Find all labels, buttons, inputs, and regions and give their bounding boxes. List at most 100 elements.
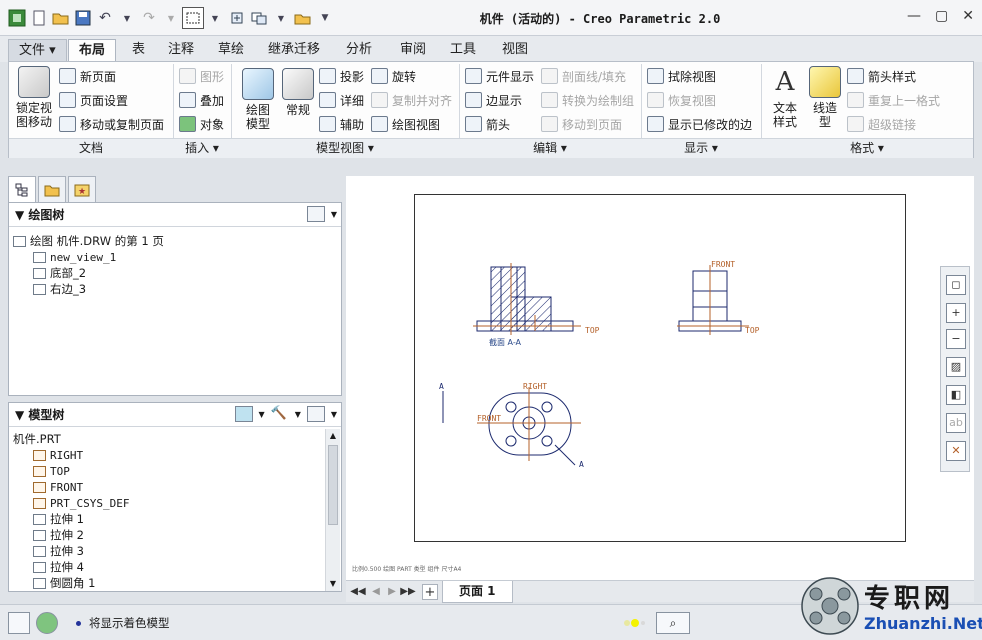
tools-dropdown-icon[interactable]: ▼	[295, 410, 301, 419]
datum-display-icon[interactable]: ✕	[946, 441, 966, 461]
group-format-dropdown[interactable]: 格式 ▾	[761, 138, 973, 158]
tab-view[interactable]: 视图	[492, 39, 538, 62]
object-button[interactable]: 对象	[179, 114, 224, 134]
tree-root-part[interactable]: 机件.PRT	[13, 431, 61, 447]
find-binoculars-icon[interactable]: ⌕	[656, 612, 690, 634]
tree-item[interactable]: new_view_1	[33, 249, 116, 265]
model-tree-tab-icon[interactable]	[8, 176, 36, 202]
windows-icon[interactable]	[248, 7, 270, 29]
model-display-icon[interactable]	[234, 406, 253, 422]
drawing-tree-settings-dropdown-icon[interactable]: ▼	[331, 210, 337, 219]
model-display-dropdown-icon[interactable]: ▼	[259, 410, 265, 419]
tree-root-drawing[interactable]: 绘图 机件.DRW 的第 1 页	[13, 233, 164, 249]
display-style-icon[interactable]: ◧	[946, 385, 966, 405]
group-model-views-dropdown[interactable]: 模型视图 ▾	[231, 138, 459, 158]
tab-layout[interactable]: 布局	[68, 39, 117, 62]
component-display-button[interactable]: 元件显示	[465, 66, 534, 86]
favorites-tab-icon[interactable]: ★	[68, 176, 96, 202]
save-icon[interactable]	[72, 7, 94, 29]
arrow-style-button[interactable]: 箭头样式	[847, 66, 916, 86]
tab-table[interactable]: 表	[122, 39, 155, 62]
text-style-button[interactable]: A 文本 样式	[765, 66, 805, 129]
selection-filter-indicator-icon[interactable]	[622, 617, 646, 629]
drawing-canvas[interactable]: TOP 截面 A-A FRONT TOP RIGHT FRONT A A	[346, 176, 974, 580]
zoom-out-icon[interactable]: −	[946, 329, 966, 349]
last-page-icon[interactable]: ▶▶	[400, 584, 416, 600]
redo-icon[interactable]: ↷	[138, 7, 160, 29]
regenerate-icon[interactable]	[226, 7, 248, 29]
erase-view-button[interactable]: 拭除视图	[647, 66, 716, 86]
tab-legacy-migration[interactable]: 继承迁移	[258, 39, 330, 62]
top-view[interactable]	[442, 387, 581, 466]
revolve-view-button[interactable]: 旋转	[371, 66, 416, 86]
first-page-icon[interactable]: ◀◀	[350, 584, 366, 600]
move-copy-page-button[interactable]: 移动或复制页面	[59, 114, 164, 134]
select-dropdown-icon[interactable]: ▼	[204, 7, 226, 29]
maximize-icon[interactable]: ▢	[935, 8, 948, 24]
tab-tools[interactable]: 工具	[440, 39, 486, 62]
page-tab-1[interactable]: 页面 1	[442, 581, 513, 603]
line-style-button[interactable]: 线造 型	[805, 66, 845, 129]
redo-dropdown-icon[interactable]: ▼	[160, 7, 182, 29]
repeat-last-format-button[interactable]: 重复上一格式	[847, 90, 940, 110]
folder-browser-tab-icon[interactable]	[38, 176, 66, 202]
detail-view-button[interactable]: 详细	[319, 90, 364, 110]
tree-item[interactable]: FRONT	[33, 479, 83, 495]
overlay-button[interactable]: 叠加	[179, 90, 224, 110]
navigator-toggle-icon[interactable]	[8, 612, 30, 634]
tree-item[interactable]: 拉伸 1	[33, 511, 84, 527]
drawing-model-button[interactable]: 绘图 模型	[237, 68, 279, 131]
tab-file[interactable]: 文件 ▾	[8, 39, 67, 62]
tab-review[interactable]: 审阅	[390, 39, 436, 62]
convert-to-draft-group-button[interactable]: 转换为绘制组	[541, 90, 634, 110]
model-tree-header[interactable]: ▼ 模型树 ▼ 🔨 ▼ ▼	[9, 403, 341, 427]
open-folder-icon[interactable]	[50, 7, 72, 29]
tab-annotate[interactable]: 注释	[158, 39, 204, 62]
drawing-tree-header[interactable]: ▼ 绘图树 ▼	[9, 203, 341, 227]
close-window-folder-icon[interactable]	[292, 7, 314, 29]
tree-item[interactable]: 拉伸 4	[33, 559, 84, 575]
zoom-in-icon[interactable]: +	[946, 303, 966, 323]
repaint-icon[interactable]: ▨	[946, 357, 966, 377]
add-page-icon[interactable]: +	[422, 584, 438, 600]
tree-item[interactable]: 拉伸 3	[33, 543, 84, 559]
undo-icon[interactable]: ↶	[94, 7, 116, 29]
annotation-display-icon[interactable]: ab	[946, 413, 966, 433]
page-setup-button[interactable]: 页面设置	[59, 90, 128, 110]
tools-hammer-icon[interactable]: 🔨	[271, 406, 289, 422]
projection-view-button[interactable]: 投影	[319, 66, 364, 86]
scroll-thumb[interactable]	[328, 445, 338, 525]
move-to-page-button[interactable]: 移动到页面	[541, 114, 622, 134]
tab-analysis[interactable]: 分析	[336, 39, 382, 62]
front-view[interactable]	[677, 265, 749, 335]
tree-item[interactable]: TOP	[33, 463, 70, 479]
auxiliary-view-button[interactable]: 辅助	[319, 114, 364, 134]
lock-view-movement-button[interactable]: 锁定视 图移动	[11, 66, 57, 129]
browser-toggle-icon[interactable]	[36, 612, 58, 634]
tree-item[interactable]: 倒圆角 1	[33, 575, 95, 591]
tree-item[interactable]: 右边_3	[33, 281, 86, 297]
model-tree-scrollbar[interactable]: ▲ ▼	[325, 429, 340, 591]
scroll-up-icon[interactable]: ▲	[326, 429, 340, 443]
next-page-icon[interactable]: ▶	[384, 584, 400, 600]
show-modified-edges-button[interactable]: 显示已修改的边	[647, 114, 752, 134]
tree-item[interactable]: 拉伸 2	[33, 527, 84, 543]
group-insert-dropdown[interactable]: 插入 ▾	[173, 138, 231, 158]
windows-dropdown-icon[interactable]: ▼	[270, 7, 292, 29]
select-box-icon[interactable]	[182, 7, 204, 29]
copy-align-button[interactable]: 复制并对齐	[371, 90, 452, 110]
customize-toolbar-icon[interactable]: ▼	[314, 7, 336, 29]
tree-item[interactable]: 底部_2	[33, 265, 86, 281]
group-display-dropdown[interactable]: 显示 ▾	[641, 138, 761, 158]
tab-sketch[interactable]: 草绘	[208, 39, 254, 62]
previous-page-icon[interactable]: ◀	[368, 584, 384, 600]
undo-dropdown-icon[interactable]: ▼	[116, 7, 138, 29]
drawing-view-button[interactable]: 绘图视图	[371, 114, 440, 134]
drawing-tree-settings-icon[interactable]	[306, 206, 325, 222]
arrow-button[interactable]: 箭头	[465, 114, 510, 134]
tree-settings-dropdown-icon[interactable]: ▼	[331, 410, 337, 419]
new-file-icon[interactable]	[28, 7, 50, 29]
edge-display-button[interactable]: 边显示	[465, 90, 522, 110]
group-edit-dropdown[interactable]: 编辑 ▾	[459, 138, 641, 158]
section-view-a-a[interactable]	[473, 263, 581, 335]
